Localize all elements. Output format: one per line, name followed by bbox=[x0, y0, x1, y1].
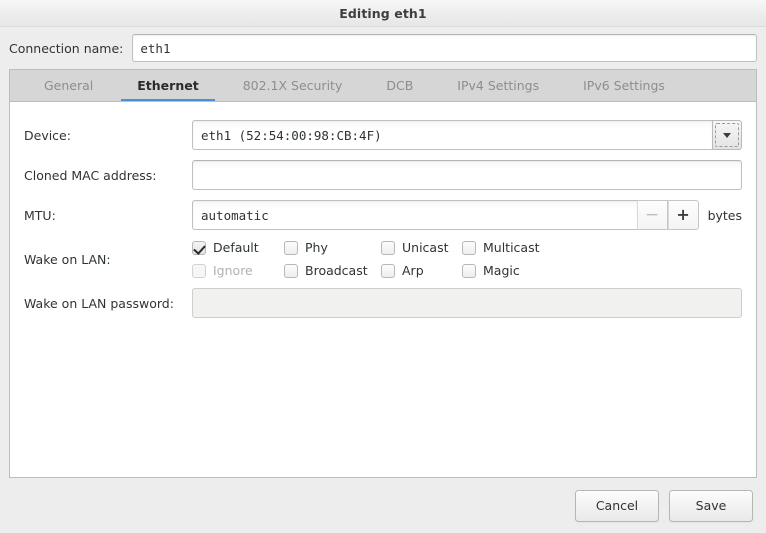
checkbox-wol-broadcast[interactable]: Broadcast bbox=[284, 263, 381, 278]
tab-ethernet[interactable]: Ethernet bbox=[115, 70, 220, 102]
save-button[interactable]: Save bbox=[669, 489, 753, 522]
checkbox-label: Phy bbox=[305, 240, 328, 255]
checkbox-box bbox=[284, 240, 298, 255]
checkbox-box bbox=[192, 240, 206, 255]
tab-ipv6-settings[interactable]: IPv6 Settings bbox=[561, 70, 687, 101]
tab-ipv4-settings[interactable]: IPv4 Settings bbox=[435, 70, 561, 101]
checkbox-label: Multicast bbox=[483, 240, 540, 255]
checkbox-wol-multicast[interactable]: Multicast bbox=[462, 240, 540, 255]
ethernet-tab-panel: Device: eth1 (52:54:00:98:CB:4F) Cloned … bbox=[9, 101, 757, 478]
checkbox-box bbox=[381, 240, 395, 255]
titlebar: Editing eth1 bbox=[0, 0, 766, 27]
wake-on-lan-options-line-2: Ignore Broadcast Arp Magic bbox=[192, 263, 742, 278]
mtu-input[interactable]: automatic bbox=[192, 200, 637, 230]
checkbox-box bbox=[462, 240, 476, 255]
tab-8021x-security[interactable]: 802.1X Security bbox=[221, 70, 365, 101]
connection-name-label: Connection name: bbox=[9, 40, 124, 56]
editing-connection-dialog: Editing eth1 Connection name: eth1 Gener… bbox=[0, 0, 766, 533]
mtu-row: MTU: automatic − + bytes bbox=[24, 200, 742, 230]
device-label: Device: bbox=[24, 127, 71, 143]
chevron-down-icon bbox=[723, 132, 731, 138]
device-combobox-value[interactable]: eth1 (52:54:00:98:CB:4F) bbox=[192, 120, 712, 150]
checkbox-label: Arp bbox=[402, 263, 424, 278]
checkbox-wol-default[interactable]: Default bbox=[192, 240, 284, 255]
wake-on-lan-label: Wake on LAN: bbox=[24, 251, 111, 267]
settings-notebook: General Ethernet 802.1X Security DCB IPv… bbox=[9, 69, 757, 478]
checkbox-wol-phy[interactable]: Phy bbox=[284, 240, 381, 255]
checkbox-wol-arp[interactable]: Arp bbox=[381, 263, 462, 278]
device-combobox[interactable]: eth1 (52:54:00:98:CB:4F) bbox=[192, 120, 742, 150]
checkbox-box bbox=[381, 263, 395, 278]
wake-on-lan-options-line-1: Default Phy Unicast Multicast bbox=[192, 240, 742, 255]
connection-name-row: Connection name: eth1 bbox=[0, 27, 766, 69]
checkbox-wol-unicast[interactable]: Unicast bbox=[381, 240, 462, 255]
window-title: Editing eth1 bbox=[339, 5, 427, 21]
tab-bar: General Ethernet 802.1X Security DCB IPv… bbox=[9, 69, 757, 102]
checkbox-wol-ignore: Ignore bbox=[192, 263, 284, 278]
checkbox-label: Default bbox=[213, 240, 259, 255]
mtu-increment-button[interactable]: + bbox=[667, 200, 699, 230]
cloned-mac-row: Cloned MAC address: bbox=[24, 160, 742, 190]
checkbox-box bbox=[284, 263, 298, 278]
dialog-action-bar: Cancel Save bbox=[0, 478, 766, 533]
ethernet-form: Device: eth1 (52:54:00:98:CB:4F) Cloned … bbox=[10, 102, 756, 477]
mtu-label: MTU: bbox=[24, 207, 56, 223]
tab-general[interactable]: General bbox=[22, 70, 115, 101]
wol-password-label: Wake on LAN password: bbox=[24, 295, 174, 311]
device-row: Device: eth1 (52:54:00:98:CB:4F) bbox=[24, 120, 742, 150]
checkbox-box bbox=[462, 263, 476, 278]
checkbox-box bbox=[192, 263, 206, 278]
cancel-button[interactable]: Cancel bbox=[575, 489, 659, 522]
checkbox-wol-magic[interactable]: Magic bbox=[462, 263, 520, 278]
cloned-mac-label: Cloned MAC address: bbox=[24, 167, 157, 183]
checkbox-label: Unicast bbox=[402, 240, 449, 255]
checkbox-label: Ignore bbox=[213, 263, 253, 278]
wol-password-input bbox=[192, 288, 742, 318]
device-dropdown-button[interactable] bbox=[712, 120, 742, 150]
wake-on-lan-row: Wake on LAN: Default Phy Unicast Multica… bbox=[24, 240, 742, 278]
wol-password-row: Wake on LAN password: bbox=[24, 288, 742, 318]
connection-name-input[interactable]: eth1 bbox=[132, 34, 757, 62]
checkbox-label: Magic bbox=[483, 263, 520, 278]
mtu-spinbutton[interactable]: automatic − + bbox=[192, 200, 699, 230]
tab-dcb[interactable]: DCB bbox=[364, 70, 435, 101]
mtu-units-label: bytes bbox=[707, 207, 742, 223]
mtu-decrement-button[interactable]: − bbox=[636, 200, 668, 230]
wake-on-lan-options: Default Phy Unicast Multicast Ignore Bro… bbox=[192, 240, 742, 278]
cloned-mac-input[interactable] bbox=[192, 160, 742, 190]
checkbox-label: Broadcast bbox=[305, 263, 368, 278]
